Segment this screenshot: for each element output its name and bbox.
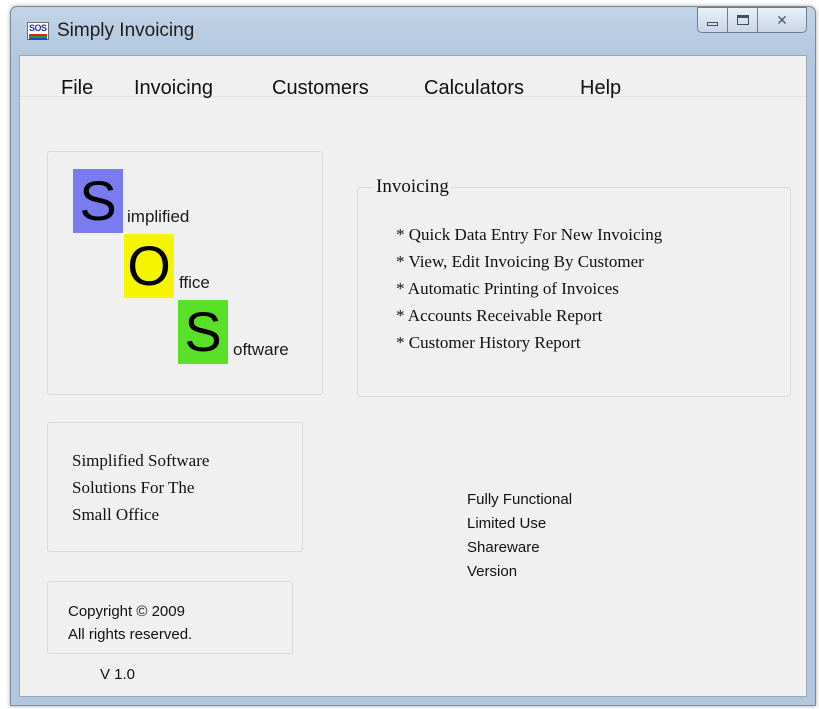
minimize-button[interactable] xyxy=(697,7,727,33)
menu-customers[interactable]: Customers xyxy=(272,77,369,100)
copyright-line: All rights reserved. xyxy=(68,626,193,643)
close-icon: ✕ xyxy=(776,11,788,28)
feature-item: * Accounts Receivable Report xyxy=(396,306,603,325)
close-button[interactable]: ✕ xyxy=(757,7,807,33)
license-line: Fully Functional xyxy=(467,491,573,508)
license-line: Shareware xyxy=(467,539,540,556)
feature-item: * Automatic Printing of Invoices xyxy=(396,279,619,298)
logo-word-oftware: oftware xyxy=(233,340,289,359)
logo-letter-o: O xyxy=(124,234,174,298)
logo-letter-s1: S xyxy=(73,169,123,233)
feature-item: * Customer History Report xyxy=(396,333,581,352)
features-group: Invoicing * Quick Data Entry For New Inv… xyxy=(357,176,791,397)
tagline-line: Solutions For The xyxy=(72,478,195,497)
tagline-line: Simplified Software xyxy=(72,451,210,470)
app-icon-stripe-blue xyxy=(29,38,47,40)
title-bar[interactable]: SOS Simply Invoicing ✕ xyxy=(11,7,815,55)
minimize-icon xyxy=(707,22,718,26)
menu-invoicing[interactable]: Invoicing xyxy=(134,77,213,100)
maximize-icon xyxy=(736,15,749,25)
tagline-line: Small Office xyxy=(72,505,160,524)
features-title: Invoicing xyxy=(374,176,451,198)
client-area: File Invoicing Customers Calculators Hel… xyxy=(19,55,807,697)
license-text: Fully Functional Limited Use Shareware V… xyxy=(467,488,572,584)
sos-app-icon[interactable]: SOS xyxy=(27,22,49,40)
logo-word-implified: implified xyxy=(127,207,190,226)
menu-help[interactable]: Help xyxy=(580,77,621,100)
feature-item: * Quick Data Entry For New Invoicing xyxy=(396,225,663,244)
copyright-panel: Copyright © 2009 All rights reserved. xyxy=(47,581,293,654)
tagline-panel: Simplified Software Solutions For The Sm… xyxy=(47,422,303,552)
menu-calculators[interactable]: Calculators xyxy=(424,77,524,100)
logo-word-ffice: ffice xyxy=(179,273,210,292)
logo-letter-s2: S xyxy=(178,300,228,364)
version-label: V 1.0 xyxy=(100,666,136,683)
maximize-button[interactable] xyxy=(727,7,757,33)
feature-item: * View, Edit Invoicing By Customer xyxy=(396,252,644,271)
caption-buttons: ✕ xyxy=(697,7,807,35)
license-line: Limited Use xyxy=(467,515,547,532)
menu-file[interactable]: File xyxy=(61,77,93,100)
license-line: Version xyxy=(467,563,518,580)
menu-bar: File Invoicing Customers Calculators Hel… xyxy=(20,56,806,100)
window-title: Simply Invoicing xyxy=(57,20,195,41)
app-window: SOS Simply Invoicing ✕ File Invoicing Cu… xyxy=(10,6,816,706)
copyright-line: Copyright © 2009 xyxy=(68,603,185,620)
logo-panel: S implified O ffice S oftware xyxy=(47,151,323,395)
app-icon-text: SOS xyxy=(29,23,47,33)
